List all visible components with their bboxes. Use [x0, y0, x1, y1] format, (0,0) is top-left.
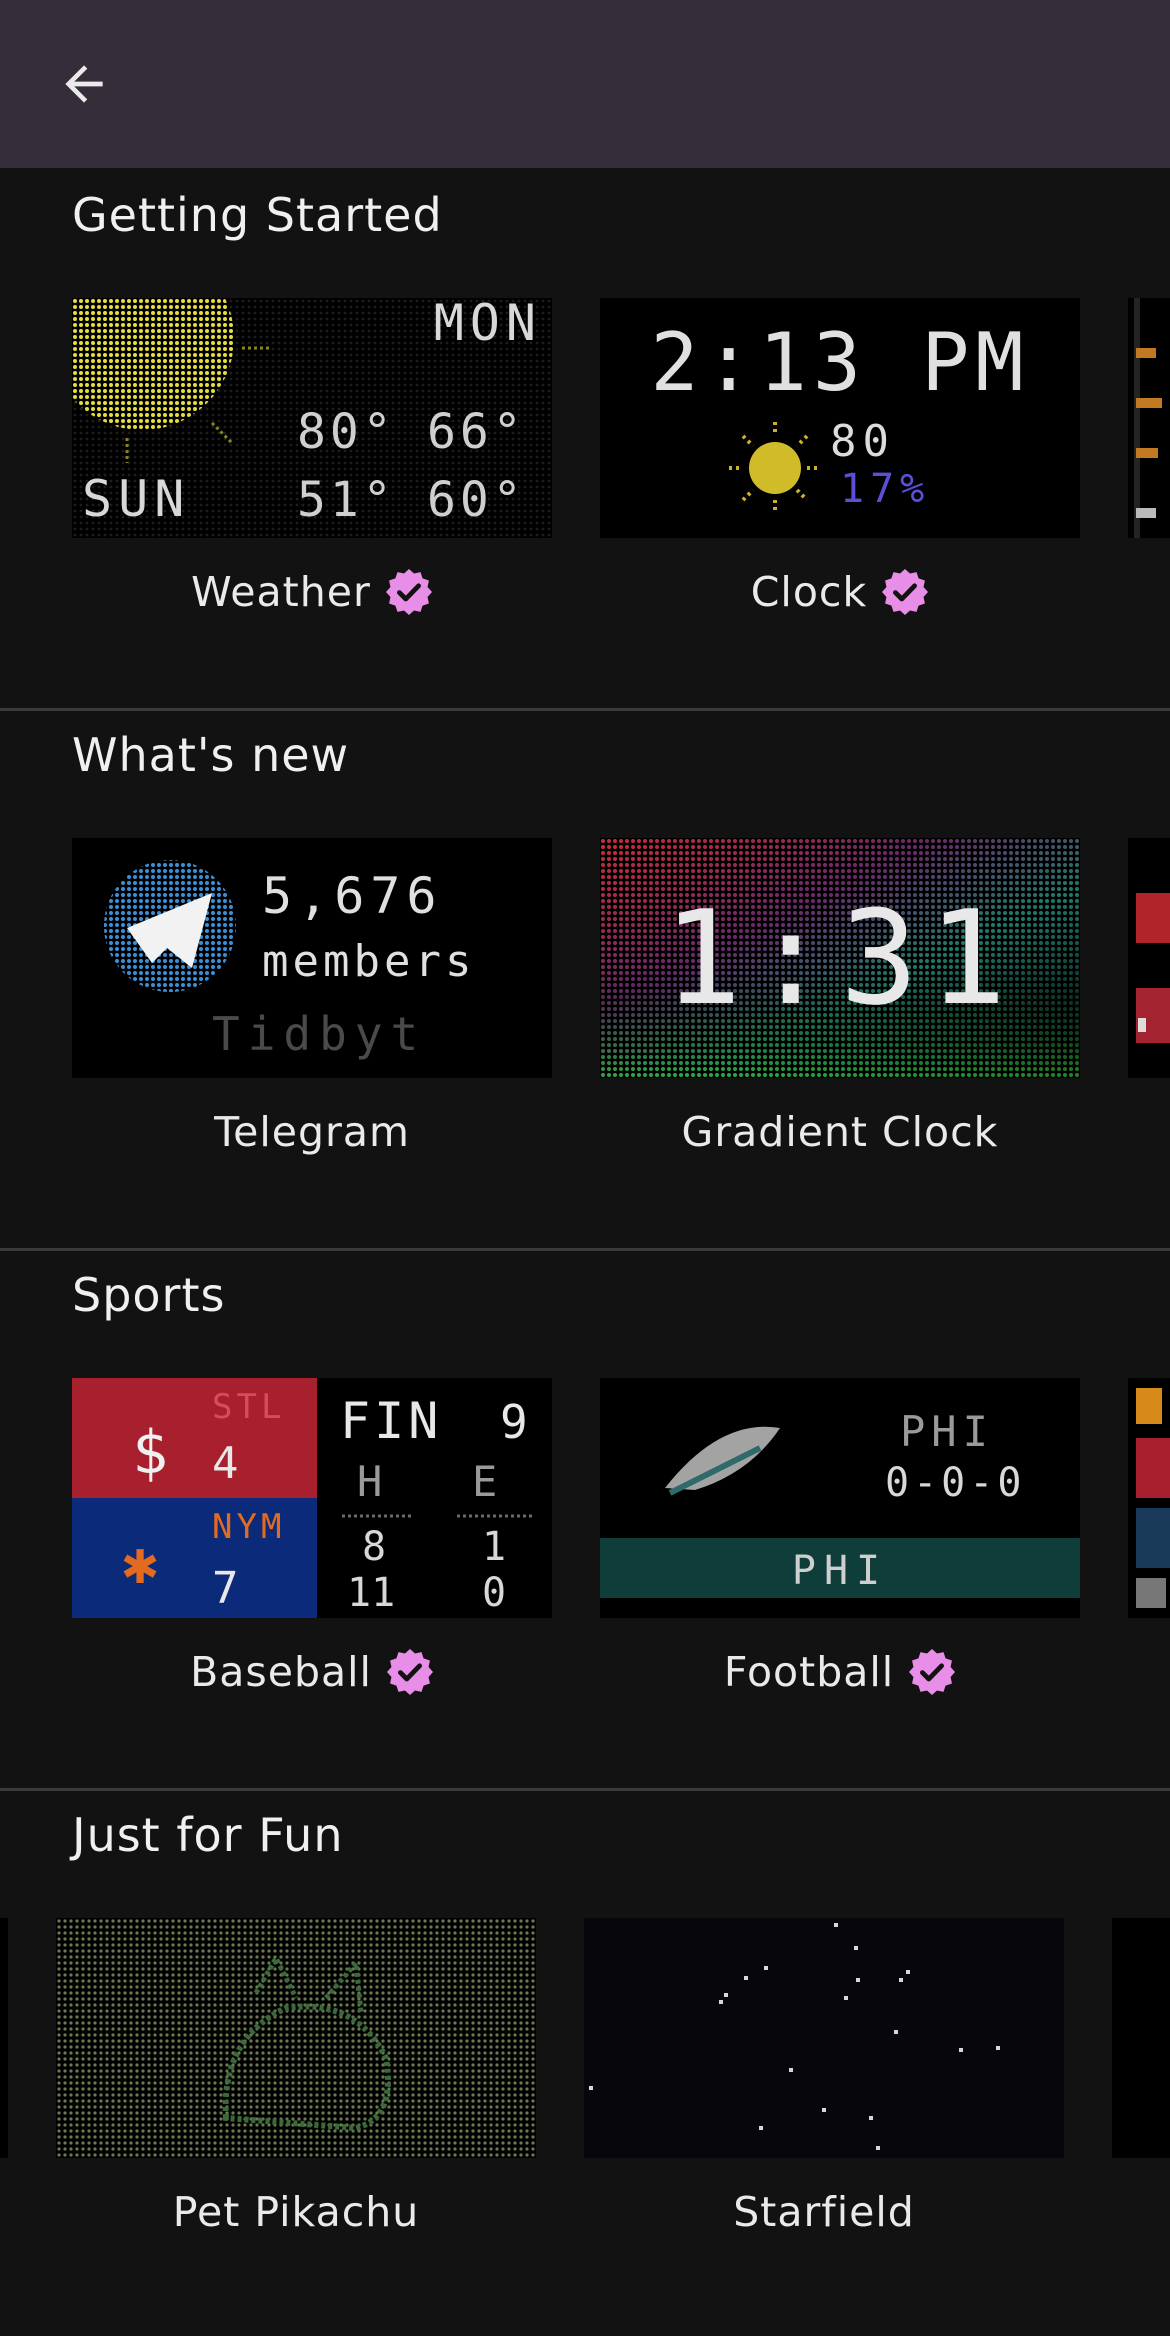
starfield-stars [584, 1918, 1064, 2158]
weather-day1-high: 80° [297, 404, 396, 460]
app-card-weather[interactable]: MON 80° 66° SUN 51° 60° Weather [72, 298, 552, 658]
football-record: 0-0-0 [885, 1460, 1025, 1506]
app-card-partial[interactable] [1112, 1918, 1170, 2158]
baseball-e-label: E [472, 1457, 497, 1506]
app-card-partial[interactable] [0, 1918, 8, 2158]
app-name: Clock [750, 568, 868, 616]
app-name: Telegram [214, 1108, 410, 1156]
card-row[interactable]: $ STL 4 ✱ NYM 7 FIN 9 H E 8 1 11 0 Baseb… [0, 1378, 1170, 1738]
app-name: Football [723, 1648, 895, 1696]
pet-pikachu-thumbnail [56, 1918, 536, 2158]
section-title: What's new [72, 728, 350, 782]
section-getting-started: Getting Started MON 80° 66° SUN 51° 60° … [0, 168, 1170, 711]
baseball-score1: 4 [212, 1438, 239, 1489]
app-card-starfield[interactable]: Starfield [584, 1918, 1064, 2278]
baseball-score2: 7 [212, 1563, 239, 1614]
app-card-label: Baseball [72, 1648, 552, 1696]
verified-badge-icon [386, 1648, 434, 1696]
app-card-partial[interactable] [1128, 838, 1170, 1078]
app-card-partial[interactable] [1128, 298, 1170, 538]
app-name: Gradient Clock [681, 1108, 999, 1156]
football-team: PHI [900, 1407, 994, 1456]
telegram-count: 5,676 [262, 867, 443, 925]
section-title: Just for Fun [72, 1808, 344, 1862]
app-name: Weather [191, 568, 371, 616]
clock-time: 2:13 PM [650, 316, 1029, 409]
clock-humidity: 17% [840, 466, 930, 512]
top-app-bar [0, 0, 1170, 168]
weather-day2-low: 60° [427, 472, 526, 528]
section-title: Sports [72, 1268, 226, 1322]
card-row[interactable]: Pet Pikachu Starfield [0, 1918, 1170, 2278]
app-card-baseball[interactable]: $ STL 4 ✱ NYM 7 FIN 9 H E 8 1 11 0 Baseb… [72, 1378, 552, 1738]
baseball-thumbnail: $ STL 4 ✱ NYM 7 FIN 9 H E 8 1 11 0 [72, 1378, 552, 1618]
baseball-h-label: H [357, 1457, 382, 1506]
baseball-team2: NYM [212, 1507, 285, 1547]
section-just-for-fun: Just for Fun Pet Pikachu Starfield [0, 1788, 1170, 2331]
gradient-clock-time: 1:31 [663, 882, 1016, 1034]
svg-text:✱: ✱ [122, 1528, 158, 1598]
weather-day2: SUN [82, 470, 190, 528]
football-thumbnail: PHI 0-0-0 PHI [600, 1378, 1080, 1618]
baseball-team1: STL [212, 1387, 285, 1427]
gradient-clock-thumbnail: 1:31 [600, 838, 1080, 1078]
telegram-unit: members [262, 936, 475, 987]
football-ticker: PHI [792, 1548, 888, 1594]
telegram-thumbnail: 5,676 members Tidbyt [72, 838, 552, 1078]
baseball-e2: 0 [482, 1570, 506, 1616]
app-card-label: Clock [600, 568, 1080, 616]
app-card-label: Weather [72, 568, 552, 616]
telegram-brand: Tidbyt [212, 1007, 426, 1061]
weather-thumbnail: MON 80° 66° SUN 51° 60° [72, 298, 552, 538]
verified-badge-icon [385, 568, 433, 616]
app-card-telegram[interactable]: 5,676 members Tidbyt Telegram [72, 838, 552, 1198]
app-card-label: Telegram [72, 1108, 552, 1156]
starfield-thumbnail [584, 1918, 1064, 2158]
app-card-football[interactable]: PHI 0-0-0 PHI Football [600, 1378, 1080, 1738]
app-card-label: Gradient Clock [600, 1108, 1080, 1156]
next-section-peek [0, 2328, 1170, 2336]
baseball-inning: 9 [500, 1395, 528, 1449]
weather-day1-low: 66° [427, 404, 526, 460]
baseball-h1: 8 [362, 1524, 386, 1570]
svg-text:$: $ [132, 1418, 170, 1488]
baseball-e1: 1 [482, 1524, 506, 1570]
weather-day2-high: 51° [297, 472, 396, 528]
app-card-clock[interactable]: 2:13 PM 80 17% Clock [600, 298, 1080, 658]
baseball-h2: 11 [347, 1570, 395, 1616]
app-card-gradient-clock[interactable]: 1:31 Gradient Clock [600, 838, 1080, 1198]
arrow-left-icon [65, 65, 103, 103]
section-title: Getting Started [72, 188, 443, 242]
verified-badge-icon [881, 568, 929, 616]
app-name: Starfield [733, 2188, 915, 2236]
app-card-label: Starfield [584, 2188, 1064, 2236]
clock-thumbnail: 2:13 PM 80 17% [600, 298, 1080, 538]
app-card-label: Football [600, 1648, 1080, 1696]
app-card-partial[interactable] [1128, 1378, 1170, 1618]
back-button[interactable] [42, 42, 126, 126]
app-name: Baseball [190, 1648, 372, 1696]
section-whats-new: What's new 5,676 members Tidbyt Telegram [0, 708, 1170, 1251]
section-sports: Sports $ STL 4 ✱ NYM 7 FIN 9 H E 8 1 11 … [0, 1248, 1170, 1791]
verified-badge-icon [908, 1648, 956, 1696]
baseball-status: FIN [340, 1392, 442, 1450]
app-card-pet-pikachu[interactable]: Pet Pikachu [56, 1918, 536, 2278]
app-card-label: Pet Pikachu [56, 2188, 536, 2236]
app-name: Pet Pikachu [172, 2188, 420, 2236]
card-row[interactable]: 5,676 members Tidbyt Telegram 1:31 Gradi… [0, 838, 1170, 1198]
card-row[interactable]: MON 80° 66° SUN 51° 60° Weather 2:13 PM [0, 298, 1170, 658]
clock-temp: 80 [830, 416, 895, 467]
weather-day1: MON [434, 298, 542, 352]
